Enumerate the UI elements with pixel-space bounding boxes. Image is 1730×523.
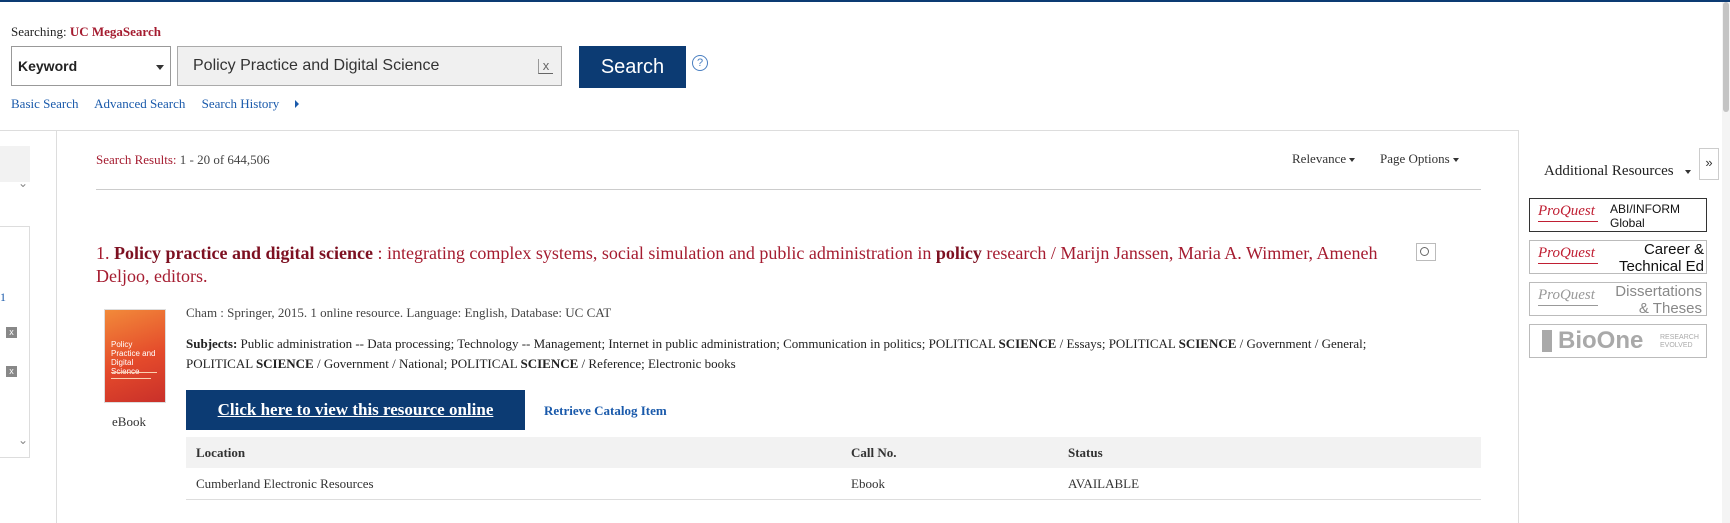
proquest-logo: ProQuest bbox=[1538, 245, 1598, 264]
caret-down-icon bbox=[1685, 169, 1692, 174]
table-header-row: Location Call No. Status bbox=[186, 437, 1481, 468]
resource-name: Dissertations & Theses bbox=[1615, 283, 1702, 317]
book-cover-image[interactable]: Policy Practice and Digital Science bbox=[105, 310, 165, 402]
header-divider bbox=[0, 130, 1730, 131]
results-count: 1 - 20 of 644,506 bbox=[179, 152, 270, 167]
caret-down-icon bbox=[1349, 158, 1356, 163]
search-history-link[interactable]: Search History bbox=[202, 96, 300, 111]
subjects-highlight: SCIENCE bbox=[520, 356, 579, 371]
facet-count[interactable]: 1 bbox=[0, 290, 6, 305]
resource-name: ABI/INFORM Global bbox=[1610, 202, 1681, 230]
resource-bioone[interactable]: BioOne RESEARCH EVOLVED bbox=[1529, 324, 1707, 358]
column-header-call-no: Call No. bbox=[841, 437, 1058, 468]
basic-search-link[interactable]: Basic Search bbox=[11, 96, 79, 111]
title-highlight: Policy practice and digital science bbox=[114, 243, 373, 263]
left-facet-panel: ⌄ 1 x x ⌄ bbox=[0, 130, 57, 523]
resource-dissertations-theses[interactable]: ProQuest Dissertations & Theses bbox=[1529, 282, 1707, 317]
cover-title: Policy Practice and Digital Science bbox=[111, 340, 156, 376]
search-mode-links: Basic Search Advanced Search Search Hist… bbox=[11, 96, 312, 112]
database-name[interactable]: UC MegaSearch bbox=[70, 24, 161, 39]
view-online-button[interactable]: Click here to view this resource online bbox=[186, 390, 525, 430]
clear-input-icon[interactable]: x bbox=[538, 59, 553, 74]
column-header-location: Location bbox=[186, 437, 841, 468]
collapse-panel-icon[interactable]: » bbox=[1699, 148, 1719, 180]
remove-filter-icon[interactable]: x bbox=[6, 327, 17, 338]
bioone-logo: BioOne bbox=[1558, 327, 1644, 354]
proquest-logo: ProQuest bbox=[1538, 203, 1598, 222]
additional-resources-title: Additional Resources bbox=[1544, 163, 1674, 179]
remove-filter-icon[interactable]: x bbox=[6, 366, 17, 377]
subjects-text: Public administration -- Data processing… bbox=[237, 336, 999, 351]
brand-text: ProQuest bbox=[1538, 287, 1595, 303]
subjects-highlight: SCIENCE bbox=[998, 336, 1057, 351]
page-scrollbar[interactable] bbox=[1722, 2, 1730, 523]
result-title[interactable]: 1. Policy practice and digital science :… bbox=[96, 242, 1396, 288]
retrieve-catalog-link[interactable]: Retrieve Catalog Item bbox=[544, 403, 667, 419]
resource-abi-inform[interactable]: ProQuest ABI/INFORM Global bbox=[1529, 198, 1707, 232]
sort-label: Relevance bbox=[1292, 151, 1347, 166]
cover-line bbox=[111, 378, 151, 379]
logo-underline bbox=[1538, 221, 1598, 222]
resource-name: Career & Technical Ed bbox=[1618, 241, 1704, 275]
results-summary: Search Results: 1 - 20 of 644,506 bbox=[96, 152, 270, 168]
advanced-search-link[interactable]: Advanced Search bbox=[94, 96, 185, 111]
title-highlight: policy bbox=[935, 243, 982, 263]
cover-line bbox=[111, 372, 157, 373]
brand-text: ProQuest bbox=[1538, 203, 1595, 219]
search-input[interactable] bbox=[177, 46, 562, 86]
search-type-select[interactable]: Keyword bbox=[11, 46, 171, 86]
location-cell: Cumberland Electronic Resources bbox=[186, 468, 841, 500]
results-label: Search Results: bbox=[96, 152, 177, 167]
title-text: : integrating complex systems, social si… bbox=[372, 243, 936, 263]
call-no-cell: Ebook bbox=[841, 468, 1058, 500]
caret-right-icon bbox=[295, 100, 300, 108]
search-button[interactable]: Search bbox=[579, 46, 686, 88]
searching-label: Searching: bbox=[11, 24, 67, 39]
logo-underline bbox=[1538, 305, 1598, 306]
subjects-label: Subjects: bbox=[186, 336, 238, 351]
magnifier-preview-icon[interactable] bbox=[1416, 243, 1436, 261]
help-icon[interactable]: ? bbox=[692, 55, 708, 71]
scrollbar-thumb[interactable] bbox=[1723, 2, 1729, 112]
facet-box bbox=[0, 226, 30, 458]
format-label: eBook bbox=[112, 414, 146, 429]
subjects-text: / Government / National; POLITICAL bbox=[313, 356, 521, 371]
resource-career-technical[interactable]: ProQuest Career & Technical Ed bbox=[1529, 240, 1707, 275]
chevron-down-icon[interactable]: ⌄ bbox=[18, 176, 28, 190]
search-type-value: Keyword bbox=[18, 58, 78, 74]
subjects-highlight: SCIENCE bbox=[1178, 336, 1237, 351]
additional-resources-dropdown[interactable]: Additional Resources bbox=[1544, 163, 1692, 180]
sort-relevance-dropdown[interactable]: Relevance bbox=[1292, 151, 1356, 167]
page-options-label: Page Options bbox=[1380, 151, 1450, 166]
page-options-dropdown[interactable]: Page Options bbox=[1380, 151, 1459, 167]
subjects-highlight: SCIENCE bbox=[255, 356, 314, 371]
subjects-text: / Essays; POLITICAL bbox=[1056, 336, 1179, 351]
holdings-table: Location Call No. Status Cumberland Elec… bbox=[186, 437, 1481, 500]
result-number: 1. bbox=[96, 243, 110, 263]
table-row: Cumberland Electronic Resources Ebook AV… bbox=[186, 468, 1481, 500]
subjects-text: / Reference; Electronic books bbox=[578, 356, 736, 371]
bioone-tagline: RESEARCH EVOLVED bbox=[1660, 334, 1699, 349]
caret-down-icon bbox=[1452, 158, 1459, 163]
search-history-label: Search History bbox=[201, 96, 280, 111]
chevron-down-icon[interactable]: ⌄ bbox=[18, 433, 28, 447]
status-cell: AVAILABLE bbox=[1058, 468, 1481, 500]
logo-underline bbox=[1538, 263, 1598, 264]
chevron-down-icon bbox=[156, 65, 164, 70]
publication-info: Cham : Springer, 2015. 1 online resource… bbox=[186, 305, 612, 320]
brand-text: ProQuest bbox=[1538, 245, 1595, 261]
results-divider bbox=[96, 189, 1481, 190]
bioone-mark-icon bbox=[1542, 330, 1552, 352]
subjects: Subjects: Public administration -- Data … bbox=[186, 334, 1426, 374]
searching-indicator: Searching: UC MegaSearch bbox=[11, 24, 161, 40]
top-border bbox=[0, 0, 1730, 2]
proquest-logo: ProQuest bbox=[1538, 287, 1598, 306]
column-header-status: Status bbox=[1058, 437, 1481, 468]
